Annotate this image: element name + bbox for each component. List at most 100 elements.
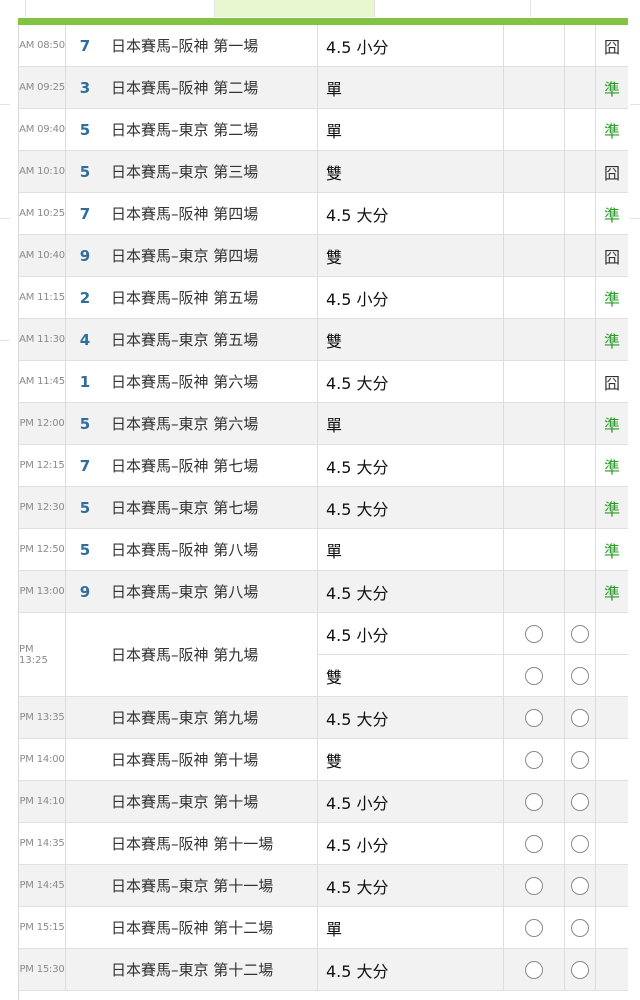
- race-name: 日本賽馬–阪神 第九場: [104, 613, 318, 696]
- select-radio-2[interactable]: [571, 876, 589, 895]
- select-radio-2[interactable]: [571, 667, 589, 685]
- select-radio-2[interactable]: [571, 960, 589, 979]
- option-cell-1: [504, 907, 565, 948]
- bet-type: 4.5 小分: [318, 823, 504, 864]
- race-name: 日本賽馬–東京 第二場: [104, 109, 318, 150]
- table-row: AM 09:25 3 日本賽馬–阪神 第二場單 準: [19, 67, 628, 109]
- select-radio-1[interactable]: [525, 624, 543, 643]
- race-name: 日本賽馬–東京 第十場: [104, 781, 318, 822]
- race-time: PM 14:35: [19, 823, 66, 864]
- pick-number: [66, 739, 104, 780]
- bet-type: 單: [318, 529, 504, 570]
- race-name: 日本賽馬–阪神 第七場: [104, 445, 318, 486]
- race-time: AM 10:40: [19, 235, 66, 276]
- table-row: AM 11:15 2 日本賽馬–阪神 第五場 4.5 小分 準: [19, 277, 628, 319]
- status-badge: 準: [603, 79, 620, 99]
- select-radio-2[interactable]: [571, 918, 589, 937]
- select-radio-1[interactable]: [525, 708, 543, 727]
- bet-type: 4.5 小分: [318, 277, 504, 318]
- race-name: 日本賽馬–阪神 第十一場: [104, 823, 318, 864]
- option-cell-2: [565, 613, 596, 654]
- select-radio-1[interactable]: [525, 834, 543, 853]
- status-badge: [596, 739, 628, 780]
- table-top-accent-bar: [18, 18, 628, 25]
- race-time: PM 14:10: [19, 781, 66, 822]
- table-row: PM 14:45 日本賽馬–東京 第十一場 4.5 大分: [19, 865, 628, 907]
- option-cell-1: [504, 613, 565, 654]
- table-row: PM 14:00 日本賽馬–阪神 第十場雙: [19, 739, 628, 781]
- bet-type: 單: [318, 67, 504, 108]
- race-time: AM 09:25: [19, 67, 66, 108]
- left-gutter: [0, 25, 19, 1000]
- bet-subrow: 雙: [318, 655, 628, 697]
- option-cell-2: [565, 487, 596, 528]
- bet-type: 4.5 大分: [318, 445, 504, 486]
- race-time: AM 11:45: [19, 361, 66, 402]
- table-row: PM 14:35 日本賽馬–阪神 第十一場 4.5 小分: [19, 823, 628, 865]
- option-cell-1: [504, 109, 565, 150]
- select-radio-1[interactable]: [525, 918, 543, 937]
- race-time: PM 13:00: [19, 571, 66, 612]
- select-radio-1[interactable]: [525, 792, 543, 811]
- option-cell-1: [504, 487, 565, 528]
- table-header-strip: [0, 0, 640, 18]
- select-radio-1[interactable]: [525, 876, 543, 895]
- race-time: AM 08:50: [19, 25, 66, 66]
- status-badge: 準: [603, 415, 620, 435]
- option-cell-2: [565, 529, 596, 570]
- select-radio-2[interactable]: [571, 792, 589, 811]
- pick-number: 3: [79, 78, 91, 97]
- bet-type: 4.5 小分: [318, 781, 504, 822]
- race-time: PM 14:00: [19, 739, 66, 780]
- select-radio-2[interactable]: [571, 834, 589, 853]
- pick-number: 9: [79, 246, 91, 265]
- select-radio-1[interactable]: [525, 750, 543, 769]
- option-cell-1: [504, 235, 565, 276]
- option-cell-2: [565, 235, 596, 276]
- select-radio-1[interactable]: [525, 667, 543, 685]
- bet-type: 雙: [318, 655, 504, 697]
- select-radio-2[interactable]: [571, 624, 589, 643]
- status-badge: 囧: [603, 373, 620, 393]
- option-cell-2: [565, 655, 596, 697]
- option-cell-2: [565, 739, 596, 780]
- status-badge: 準: [603, 121, 620, 141]
- pick-number: [66, 781, 104, 822]
- option-cell-1: [504, 25, 565, 66]
- pick-number: 5: [79, 162, 91, 181]
- race-name: 日本賽馬–阪神 第十二場: [104, 907, 318, 948]
- select-radio-1[interactable]: [525, 960, 543, 979]
- option-cell-1: [504, 361, 565, 402]
- race-name: 日本賽馬–阪神 第十場: [104, 739, 318, 780]
- status-badge: 囧: [603, 163, 620, 183]
- bet-type: 4.5 大分: [318, 487, 504, 528]
- status-badge: [596, 865, 628, 906]
- table-row: PM 15:15 日本賽馬–阪神 第十二場單: [19, 907, 628, 949]
- option-cell-2: [565, 319, 596, 360]
- pick-number: 9: [79, 582, 91, 601]
- status-badge: [596, 655, 628, 697]
- option-cell-1: [504, 655, 565, 697]
- race-time: PM 12:30: [19, 487, 66, 528]
- select-radio-2[interactable]: [571, 750, 589, 769]
- option-cell-2: [565, 823, 596, 864]
- option-cell-2: [565, 403, 596, 444]
- header-cell-active[interactable]: [215, 0, 375, 17]
- pick-number: 7: [79, 36, 91, 55]
- bet-type: 雙: [318, 151, 504, 192]
- pick-number: 1: [79, 372, 91, 391]
- table-row: AM 10:10 5 日本賽馬–東京 第三場雙 囧: [19, 151, 628, 193]
- option-cell-1: [504, 865, 565, 906]
- race-time: AM 10:10: [19, 151, 66, 192]
- pick-number: 4: [79, 330, 91, 349]
- pick-number: [66, 697, 104, 738]
- pick-number: [66, 823, 104, 864]
- header-cell: [0, 0, 26, 17]
- option-cell-2: [565, 109, 596, 150]
- pick-number: [66, 613, 104, 696]
- option-cell-1: [504, 571, 565, 612]
- bet-subrow: 4.5 小分: [318, 613, 628, 655]
- select-radio-2[interactable]: [571, 708, 589, 727]
- pick-number: 5: [79, 120, 91, 139]
- option-cell-2: [565, 949, 596, 990]
